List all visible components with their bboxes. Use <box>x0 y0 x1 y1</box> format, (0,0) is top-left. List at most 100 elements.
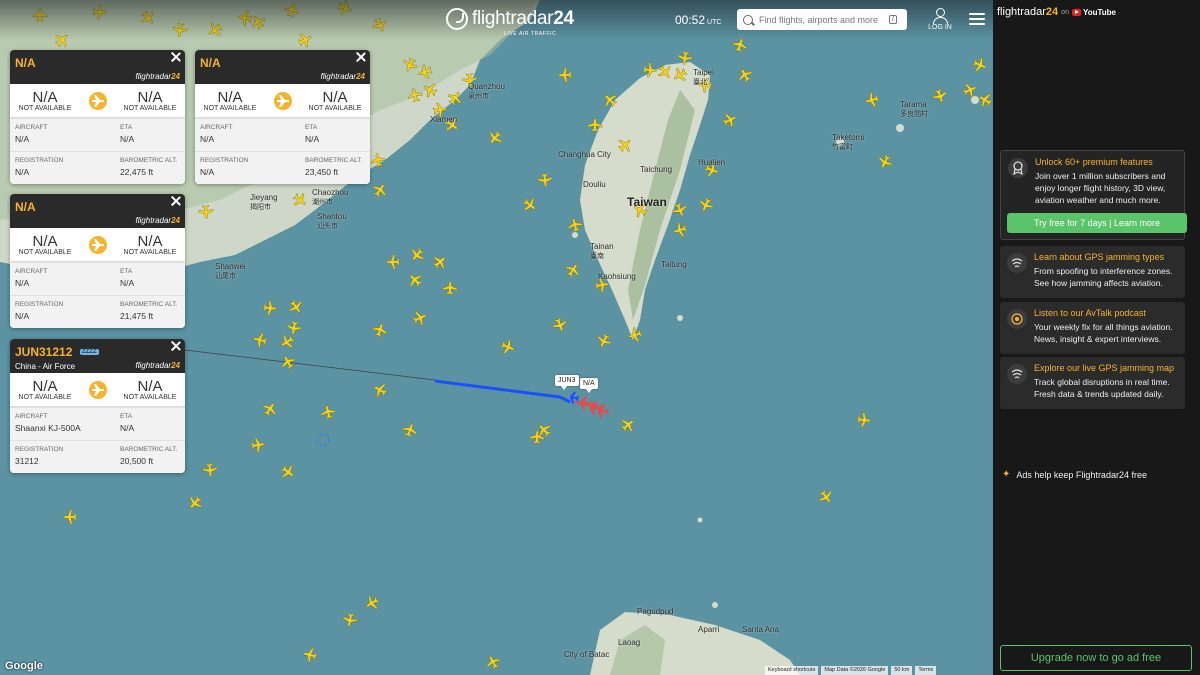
aircraft-marker[interactable] <box>594 332 613 350</box>
aircraft-marker[interactable] <box>62 509 77 525</box>
aircraft-marker[interactable] <box>371 321 389 338</box>
aircraft-marker[interactable] <box>319 404 336 420</box>
aircraft-marker[interactable] <box>277 332 296 351</box>
try-free-button[interactable]: Try free for 7 days | Learn more <box>1007 213 1187 233</box>
aircraft-marker[interactable] <box>405 270 425 290</box>
terms-link[interactable]: Terms <box>915 666 937 675</box>
registration-field: REGISTRATION N/A <box>200 157 249 177</box>
flight-card[interactable]: JUN31212 ZZZZ China - Air Force flightra… <box>10 339 185 473</box>
selected-aircraft-group[interactable] <box>569 391 610 419</box>
close-icon[interactable] <box>171 52 181 62</box>
scale-bar[interactable]: 50 km <box>891 666 913 675</box>
flight-card[interactable]: N/A flightradar24 N/A NOT AVAILABLE N/A … <box>195 50 370 184</box>
flight-card[interactable]: N/A flightradar24 N/A NOT AVAILABLE N/A … <box>10 50 185 184</box>
aircraft-marker[interactable] <box>250 437 266 453</box>
flight-trail-blue <box>434 379 571 404</box>
podcast-promo[interactable]: Listen to our AvTalk podcast Your weekly… <box>1000 302 1185 354</box>
aircraft-marker[interactable] <box>520 195 539 215</box>
aircraft-marker[interactable] <box>485 128 505 148</box>
flightradar-logo[interactable]: flightradar24 LIVE AIR TRAFFIC <box>446 8 574 37</box>
place-label: Tainan 臺南 <box>590 242 614 260</box>
route-destination: N/A NOT AVAILABLE <box>123 88 177 112</box>
hamburger-menu-icon[interactable] <box>969 13 985 25</box>
island-batanes <box>697 517 703 523</box>
gps-map-promo[interactable]: Explore our live GPS jamming map Track g… <box>1000 357 1185 409</box>
premium-badge-icon <box>1008 158 1028 178</box>
user-icon <box>933 8 948 24</box>
aircraft-marker[interactable] <box>251 331 268 348</box>
aircraft-marker[interactable] <box>499 338 517 356</box>
aircraft-marker[interactable] <box>262 300 278 316</box>
sidebar-brand[interactable]: flightradar 24 on YouTube <box>997 6 1116 18</box>
place-label: Taiwan <box>627 195 667 209</box>
flight-card-header: JUN31212 ZZZZ China - Air Force flightra… <box>10 339 185 373</box>
flight-card[interactable]: N/A flightradar24 N/A NOT AVAILABLE N/A … <box>10 194 185 328</box>
close-icon[interactable] <box>171 196 181 206</box>
search-shortcut-key: / <box>889 15 897 24</box>
aircraft-marker[interactable] <box>430 252 450 272</box>
aircraft-marker[interactable] <box>557 67 572 83</box>
flight-tag-na[interactable]: N/A <box>580 378 598 393</box>
aircraft-marker[interactable] <box>671 221 688 239</box>
aircraft-marker[interactable] <box>483 652 502 671</box>
aircraft-marker[interactable] <box>401 421 419 438</box>
place-label: Taitung <box>661 260 687 269</box>
aircraft-marker[interactable] <box>442 280 458 295</box>
aircraft-marker[interactable] <box>618 415 638 435</box>
aircraft-marker[interactable] <box>563 260 582 279</box>
place-label: Aparri <box>698 625 720 634</box>
aircraft-marker[interactable] <box>342 612 359 628</box>
aircraft-marker[interactable] <box>407 245 427 265</box>
search-box[interactable]: / <box>737 9 907 30</box>
aircraft-marker[interactable] <box>971 56 989 75</box>
upgrade-ad-free-button[interactable]: Upgrade now to go ad free <box>1000 645 1192 671</box>
login-label: LOG IN <box>928 24 952 31</box>
aircraft-marker[interactable] <box>278 462 298 482</box>
airplane-icon <box>273 91 292 110</box>
sidebar-panel: flightradar 24 on YouTube Unlock 60+ prem… <box>993 0 1200 675</box>
aircraft-marker[interactable] <box>566 216 583 233</box>
close-icon[interactable] <box>356 52 366 62</box>
close-icon[interactable] <box>171 341 181 351</box>
aircraft-marker[interactable] <box>931 87 949 105</box>
podcast-text: Your weekly fix for all things aviation.… <box>1034 322 1173 344</box>
aircraft-marker[interactable] <box>286 320 303 336</box>
altitude-field: BAROMETRIC ALT. 21,475 ft <box>120 301 178 321</box>
flight-route: N/A NOT AVAILABLE N/A NOT AVAILABLE <box>10 373 185 407</box>
flight-route: N/A NOT AVAILABLE N/A NOT AVAILABLE <box>195 84 370 118</box>
gps-jamming-promo[interactable]: Learn about GPS jamming types From spoof… <box>1000 246 1185 298</box>
airplane-icon <box>88 380 107 399</box>
aircraft-marker[interactable] <box>286 297 306 316</box>
aircraft-marker[interactable] <box>185 493 205 513</box>
keyboard-shortcuts-link[interactable]: Keyboard shortcuts <box>765 666 819 675</box>
flight-callsign: N/A <box>200 56 221 70</box>
aircraft-marker[interactable] <box>362 593 381 612</box>
search-input[interactable] <box>759 14 889 25</box>
flight-trail-grey <box>184 349 436 381</box>
aircraft-marker[interactable] <box>875 153 894 172</box>
aircraft-field: AIRCRAFT N/A <box>15 124 48 144</box>
aircraft-marker[interactable] <box>816 488 836 507</box>
aircraft-marker[interactable] <box>202 462 218 478</box>
aircraft-marker[interactable] <box>551 316 569 334</box>
login-button[interactable]: LOG IN <box>926 8 954 31</box>
aircraft-marker[interactable] <box>370 380 389 399</box>
flight-route: N/A NOT AVAILABLE N/A NOT AVAILABLE <box>10 228 185 262</box>
selected-plane-3[interactable] <box>597 403 610 419</box>
aircraft-marker[interactable] <box>370 180 390 199</box>
registration-field: REGISTRATION 31212 <box>15 446 64 466</box>
aircraft-marker[interactable] <box>411 309 429 328</box>
flight-tag-jun3[interactable]: JUN3 <box>555 375 579 390</box>
aircraft-marker[interactable] <box>735 65 754 84</box>
aircraft-marker[interactable] <box>856 412 872 428</box>
aircraft-marker[interactable] <box>721 110 739 129</box>
airplane-icon <box>88 91 107 110</box>
aircraft-marker[interactable] <box>301 646 318 663</box>
aircraft-marker[interactable] <box>385 254 400 270</box>
aircraft-marker[interactable] <box>863 91 880 109</box>
aircraft-marker[interactable] <box>537 172 553 188</box>
aircraft-marker[interactable] <box>260 399 279 418</box>
premium-promo-title: Unlock 60+ premium features <box>1035 157 1153 167</box>
aircraft-marker[interactable] <box>697 196 716 214</box>
map-data-text: Map Data ©2026 Google <box>821 666 889 675</box>
